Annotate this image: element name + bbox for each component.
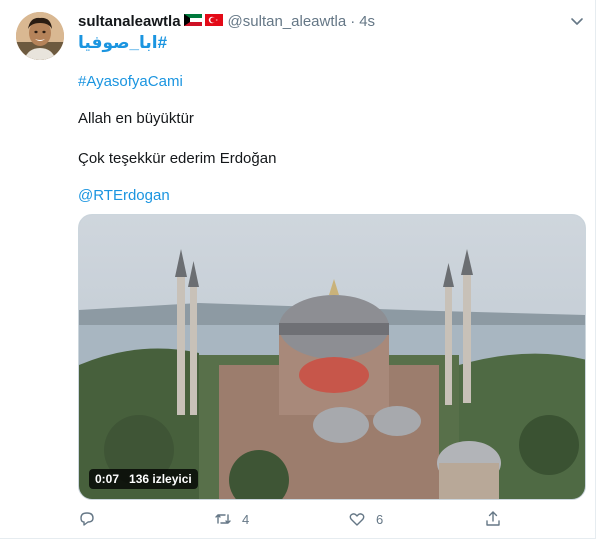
tweet-time[interactable]: 4s [359,13,375,30]
retweet-count: 4 [242,511,250,527]
more-options-icon[interactable] [568,12,586,30]
tweet-text-line: Çok teşekkür ederim Erdoğan [78,150,277,167]
user-handle[interactable]: @sultan_aleawtla [228,13,347,30]
tweet-actions: 4 6 [78,510,508,534]
tweet-card[interactable]: sultanaleawtla @sultan_aleawtla · 4s #اب… [0,0,596,539]
avatar-image [16,12,64,60]
avatar[interactable] [16,12,64,60]
tweet-header: sultanaleawtla @sultan_aleawtla · 4s [78,11,375,31]
retweet-icon [215,514,231,524]
reply-button[interactable] [78,510,106,528]
tweet-text-line: Allah en büyüktür [78,110,194,127]
hashtag-ayasofya[interactable]: #AyasofyaCami [78,72,183,92]
share-button[interactable] [484,510,502,528]
share-icon [486,511,500,526]
mention-link[interactable]: @RTErdogan [78,186,170,206]
video-views: 136 izleyici [129,472,192,486]
video-duration: 0:07 [95,472,120,486]
display-name[interactable]: sultanaleawtla [78,13,181,30]
kuwait-flag-icon [183,13,202,30]
turkey-flag-icon [204,13,223,30]
like-button[interactable]: 6 [348,510,383,528]
video-player[interactable]: 0:07 136 izleyici [78,214,586,500]
retweet-button[interactable]: 4 [214,510,249,528]
like-count: 6 [376,511,384,527]
reply-icon [80,512,94,526]
hashtag-arabic[interactable]: #ابا_صوفيا [78,33,167,53]
separator-dot: · [350,12,356,30]
video-stats-badge: 0:07 136 izleyici [89,469,198,489]
heart-icon [349,513,365,526]
video-thumbnail [79,215,585,499]
